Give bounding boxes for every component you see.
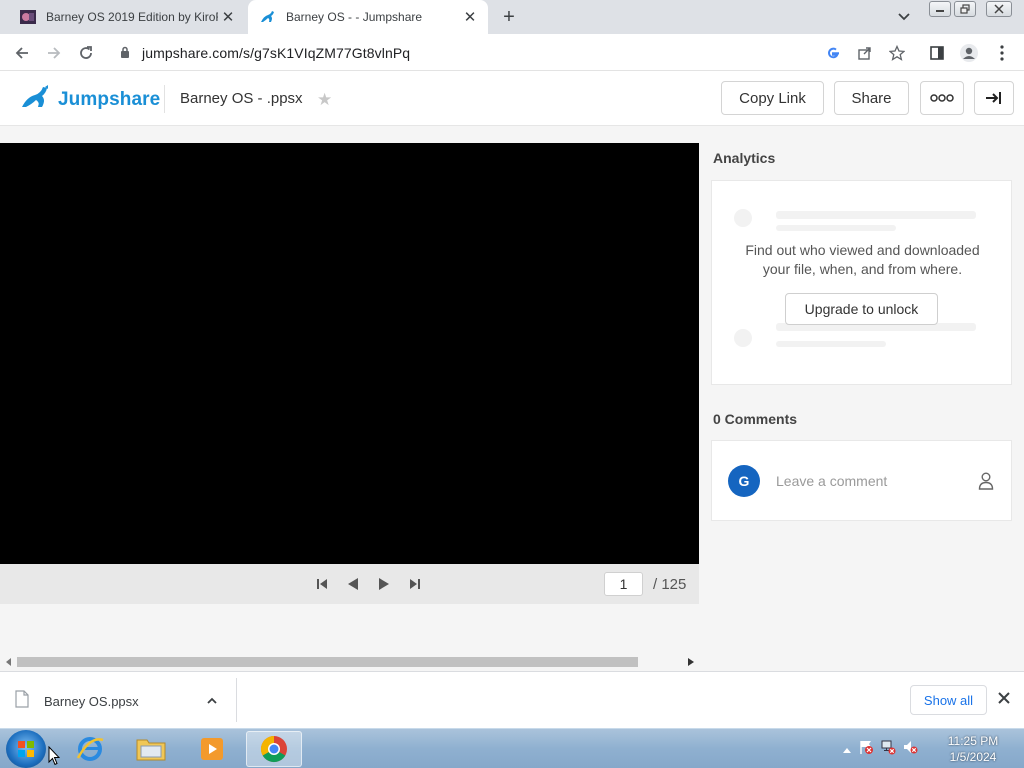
windows-logo-icon: [18, 741, 34, 757]
analytics-message-line1: Find out who viewed and downloaded: [745, 242, 980, 258]
placeholder-line: [776, 211, 976, 219]
jumpshare-logo[interactable]: Jumpshare: [20, 85, 160, 114]
share-icon[interactable]: [856, 44, 874, 62]
chevron-up-icon[interactable]: [206, 694, 218, 712]
copy-link-button[interactable]: Copy Link: [721, 81, 824, 115]
scroll-right-icon[interactable]: [686, 657, 696, 667]
profile-avatar[interactable]: [958, 42, 980, 64]
placeholder-line: [776, 341, 886, 347]
page-number-input[interactable]: 1: [604, 572, 643, 596]
close-icon[interactable]: ✕: [460, 7, 480, 27]
close-icon[interactable]: [998, 691, 1010, 709]
brand-name: Jumpshare: [58, 88, 161, 110]
system-tray: [842, 739, 918, 760]
viewer-controls: 1 / 125: [0, 564, 699, 604]
restore-button[interactable]: [954, 1, 976, 17]
google-icon[interactable]: [824, 44, 842, 62]
chrome-icon[interactable]: [246, 731, 302, 767]
horizontal-scrollbar[interactable]: [0, 654, 699, 670]
volume-muted-icon[interactable]: [902, 739, 918, 760]
upgrade-to-unlock-button[interactable]: Upgrade to unlock: [785, 293, 938, 325]
sign-in-button[interactable]: [974, 81, 1014, 115]
media-player-icon[interactable]: [184, 731, 240, 767]
last-page-icon[interactable]: [407, 576, 423, 592]
tab-title: Barney OS 2019 Edition by KiroR: [46, 10, 218, 24]
mouse-cursor-icon: [48, 745, 61, 768]
minimize-button[interactable]: [929, 1, 951, 17]
file-explorer-icon[interactable]: [123, 731, 179, 767]
internet-explorer-icon[interactable]: [62, 731, 118, 767]
comments-heading: 0 Comments: [713, 411, 798, 427]
scrollbar-thumb[interactable]: [17, 657, 638, 667]
placeholder-avatar: [734, 329, 752, 347]
placeholder-line: [776, 225, 896, 231]
download-file-name: Barney OS.ppsx: [44, 693, 139, 709]
tab-title: Barney OS - - Jumpshare: [286, 10, 423, 24]
divider: [164, 85, 165, 113]
browser-toolbar: jumpshare.com/s/g7sK1VIqZM77Gt8vlnPq: [0, 34, 1024, 71]
presentation-viewer[interactable]: [0, 143, 699, 564]
taskbar-clock[interactable]: 11:25 PM 1/5/2024: [940, 733, 1006, 765]
previous-page-icon[interactable]: [345, 576, 361, 592]
comment-box: G Leave a comment: [711, 440, 1012, 521]
forward-button[interactable]: [43, 42, 65, 64]
placeholder-avatar: [734, 209, 752, 227]
star-icon[interactable]: [888, 44, 906, 62]
reload-button[interactable]: [75, 42, 97, 64]
kangaroo-icon: [20, 85, 52, 114]
more-options-button[interactable]: [920, 81, 964, 115]
address-bar[interactable]: jumpshare.com/s/g7sK1VIqZM77Gt8vlnPq: [108, 38, 918, 67]
close-icon[interactable]: ✕: [218, 7, 238, 27]
share-button[interactable]: Share: [834, 81, 909, 115]
network-icon[interactable]: [880, 739, 896, 760]
browser-tab-strip: Barney OS 2019 Edition by KiroR ✕ Barney…: [0, 0, 1024, 34]
jumpshare-header: Jumpshare Barney OS - .ppsx ★ Copy Link …: [0, 71, 1024, 126]
side-panel-icon[interactable]: [926, 42, 948, 64]
clock-date: 1/5/2024: [949, 750, 997, 764]
file-title: Barney OS - .ppsx: [180, 90, 303, 107]
first-page-icon[interactable]: [314, 576, 330, 592]
chevron-down-icon[interactable]: [894, 8, 914, 26]
scroll-left-icon[interactable]: [4, 657, 14, 667]
analytics-card: Find out who viewed and downloaded your …: [711, 180, 1012, 385]
avatar: G: [728, 465, 760, 497]
windows-taskbar: 11:25 PM 1/5/2024: [0, 728, 1024, 768]
new-tab-button[interactable]: +: [498, 6, 520, 28]
download-shelf: Barney OS.ppsx Show all: [0, 671, 1024, 728]
image-thumbnail-icon: [20, 9, 36, 25]
start-button[interactable]: [6, 730, 46, 768]
analytics-heading: Analytics: [713, 150, 776, 166]
kebab-menu-icon[interactable]: [991, 42, 1013, 64]
tab-barney-os-2019[interactable]: Barney OS 2019 Edition by KiroR ✕: [8, 0, 246, 34]
file-icon: [14, 689, 30, 713]
more-dots-icon: [930, 94, 954, 102]
favorite-star-icon[interactable]: ★: [317, 90, 332, 110]
divider: [236, 678, 237, 722]
play-icon[interactable]: [376, 576, 392, 592]
kangaroo-icon: [260, 9, 276, 25]
close-window-button[interactable]: [986, 1, 1012, 17]
show-all-button[interactable]: Show all: [910, 685, 987, 715]
analytics-message-line2: your file, when, and from where.: [762, 261, 963, 277]
comment-input[interactable]: Leave a comment: [776, 473, 887, 489]
analytics-message: Find out who viewed and downloaded your …: [712, 241, 1013, 279]
page-total: / 125: [653, 576, 687, 593]
lock-icon: [120, 46, 130, 64]
tab-jumpshare[interactable]: Barney OS - - Jumpshare ✕: [248, 0, 488, 34]
download-item[interactable]: Barney OS.ppsx: [14, 686, 236, 716]
url-text: jumpshare.com/s/g7sK1VIqZM77Gt8vlnPq: [142, 45, 411, 61]
clock-time: 11:25 PM: [947, 734, 999, 748]
back-button[interactable]: [11, 42, 33, 64]
show-hidden-icons-icon[interactable]: [842, 741, 852, 759]
sign-in-icon: [986, 92, 1001, 104]
action-center-flag-icon[interactable]: [858, 739, 874, 760]
user-icon[interactable]: [978, 472, 994, 495]
